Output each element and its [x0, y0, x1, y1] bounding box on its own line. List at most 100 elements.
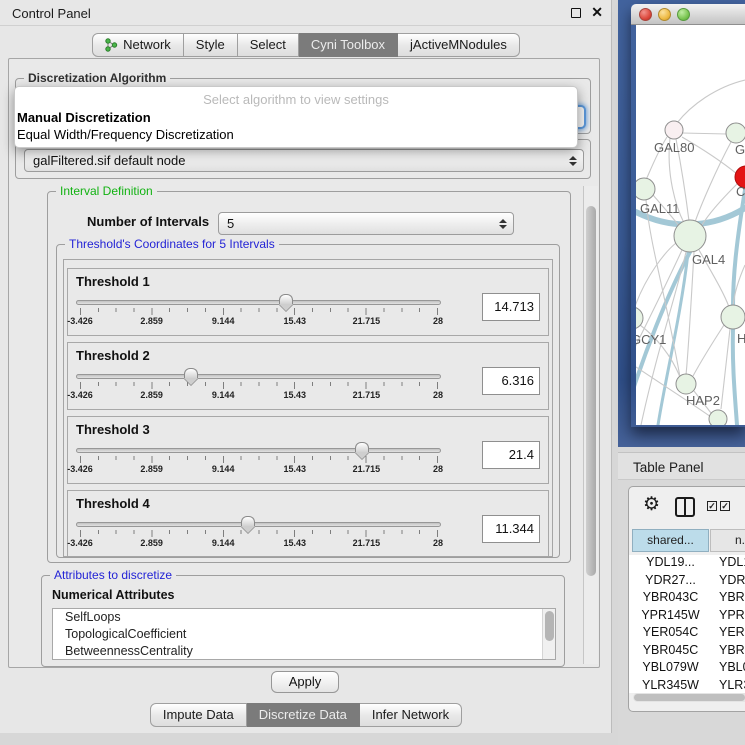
apply-button[interactable]: Apply	[271, 671, 339, 693]
tab-network[interactable]: Network	[92, 33, 184, 57]
slider-track[interactable]	[76, 522, 441, 527]
network-view-window[interactable]: GAL80 GA C GAL11 GAL4 GCY1 H HAP2	[631, 4, 745, 427]
columns-icon[interactable]	[675, 497, 695, 517]
node-label-hap2: HAP2	[686, 393, 720, 408]
attributes-list-scrollbar[interactable]	[542, 609, 555, 659]
threshold-4-slider[interactable]: -3.426 2.859 9.144 15.43 21.715 28	[76, 515, 441, 557]
network-canvas[interactable]: GAL80 GA C GAL11 GAL4 GCY1 H HAP2	[636, 25, 745, 425]
node-top-right[interactable]	[726, 123, 745, 143]
scrollbar-thumb[interactable]	[586, 206, 596, 576]
tab-style[interactable]: Style	[184, 33, 238, 57]
table-cell[interactable]: YBR0	[719, 643, 745, 657]
panel-vertical-scrollbar[interactable]	[583, 186, 598, 664]
table-cell[interactable]: YBR0	[719, 590, 745, 604]
node-gal4[interactable]	[674, 220, 706, 252]
tab-cyni-toolbox[interactable]: Cyni Toolbox	[299, 33, 398, 57]
table-cell[interactable]: YER0	[719, 625, 745, 639]
tab-impute-data[interactable]: Impute Data	[150, 703, 247, 727]
gear-icon[interactable]: ⚙	[643, 493, 660, 516]
table-row[interactable]: YBR043C YBR0	[629, 590, 745, 608]
tab-select[interactable]: Select	[238, 33, 299, 57]
slider-track[interactable]	[76, 374, 441, 379]
node-gal11[interactable]	[636, 178, 655, 200]
table-cell[interactable]: YPR145W	[632, 608, 709, 622]
list-item[interactable]: SelfLoops	[53, 609, 555, 626]
table-row[interactable]: YBL079W YBL0	[629, 660, 745, 678]
column-header-shared[interactable]: shared...	[632, 529, 709, 552]
algorithm-option-manual[interactable]: Manual Discretization	[16, 109, 157, 126]
table-cell[interactable]: YDR2	[719, 573, 745, 587]
table-cell[interactable]: YBR043C	[632, 590, 709, 604]
threshold-3-slider[interactable]: -3.426 2.859 9.144 15.43 21.715 28	[76, 441, 441, 483]
checkbox-icon[interactable]: ✓	[707, 501, 717, 511]
node-gcy1[interactable]	[636, 307, 643, 329]
cyni-toolbox-panel: Discretization Algorithm Select algorith…	[8, 58, 600, 668]
table-cell[interactable]: YBL079W	[632, 660, 709, 674]
control-panel-tab-bar: Network Style Select Cyni Toolbox jActiv…	[0, 33, 612, 57]
table-cell[interactable]: YLR3	[719, 678, 745, 692]
interval-definition-group-label: Interval Definition	[56, 184, 157, 198]
checkbox-icon[interactable]: ✓	[720, 501, 730, 511]
table-cell[interactable]: YDL1	[719, 555, 745, 569]
slider-major-ticks	[80, 530, 438, 537]
list-item[interactable]: BetweennessCentrality	[53, 643, 555, 660]
threshold-2-slider-thumb[interactable]	[184, 368, 198, 378]
node-bottom[interactable]	[709, 410, 727, 425]
threshold-4-slider-thumb[interactable]	[241, 516, 255, 526]
column-header-name[interactable]: n...	[710, 529, 745, 552]
threshold-4-value-field[interactable]: 11.344	[482, 515, 540, 543]
slider-scale-labels: -3.426 2.859 9.144 15.43 21.715 28	[80, 316, 438, 328]
table-row[interactable]: YBR045C YBR0	[629, 643, 745, 661]
list-item[interactable]: TopologicalCoefficient	[53, 626, 555, 643]
close-icon[interactable]: ✕	[591, 4, 603, 21]
close-traffic-light-icon[interactable]	[639, 8, 652, 21]
tab-discretize-data[interactable]: Discretize Data	[247, 703, 360, 727]
tab-infer-network[interactable]: Infer Network	[360, 703, 462, 727]
table-row[interactable]: YDR27... YDR2	[629, 573, 745, 591]
algorithm-option-equal-width[interactable]: Equal Width/Frequency Discretization	[16, 126, 240, 143]
threshold-3-value-field[interactable]: 21.4	[482, 441, 540, 469]
table-data-combobox[interactable]: galFiltered.sif default node	[24, 149, 584, 172]
network-node-labels: GAL80 GA C GAL11 GAL4 GCY1 H HAP2	[636, 140, 745, 408]
table-cell[interactable]: YDR27...	[632, 573, 709, 587]
float-window-icon[interactable]	[571, 8, 581, 18]
node-gal80[interactable]	[665, 121, 683, 139]
threshold-2-slider[interactable]: -3.426 2.859 9.144 15.43 21.715 28	[76, 367, 441, 409]
attributes-group: Attributes to discretize Numerical Attri…	[41, 575, 565, 667]
table-cell[interactable]: YPR1	[719, 608, 745, 622]
scrollbar-thumb[interactable]	[634, 694, 745, 701]
threshold-3-block: Threshold 3 -3.426 2.859 9.144 1	[67, 416, 549, 484]
node-hap2[interactable]	[676, 374, 696, 394]
threshold-1-slider[interactable]: -3.426 2.859 9.144 15.43 21.715 28	[76, 293, 441, 335]
table-cell[interactable]: YDL19...	[632, 555, 709, 569]
minimize-traffic-light-icon[interactable]	[658, 8, 671, 21]
thresholds-group: Threshold's Coordinates for 5 Intervals …	[56, 244, 560, 558]
table-cell[interactable]: YBL0	[719, 660, 745, 674]
slider-track[interactable]	[76, 300, 441, 305]
table-cell[interactable]: YBR045C	[632, 643, 709, 657]
number-of-intervals-combobox[interactable]: 5	[218, 212, 514, 235]
network-icon	[105, 38, 118, 52]
table-row[interactable]: YLR345W YLR3	[629, 678, 745, 694]
threshold-3-label: Threshold 3	[76, 422, 150, 437]
table-row[interactable]: YPR145W YPR1	[629, 608, 745, 626]
threshold-1-value-field[interactable]: 14.713	[482, 293, 540, 321]
zoom-traffic-light-icon[interactable]	[677, 8, 690, 21]
discretization-algorithm-group-label: Discretization Algorithm	[24, 71, 170, 85]
table-cell[interactable]: YLR345W	[632, 678, 709, 692]
table-row[interactable]: YDL19... YDL1	[629, 555, 745, 573]
threshold-3-slider-thumb[interactable]	[355, 442, 369, 452]
table-body: YDL19... YDL1 YDR27... YDR2 YBR043C YBR0 YPR14…	[629, 555, 745, 693]
node-h[interactable]	[721, 305, 745, 329]
threshold-1-slider-thumb[interactable]	[279, 294, 293, 304]
table-row[interactable]: YER054C YER0	[629, 625, 745, 643]
tab-jactivemnodules[interactable]: jActiveMNodules	[398, 33, 520, 57]
network-window-titlebar[interactable]	[631, 4, 745, 25]
slider-scale-labels: -3.426 2.859 9.144 15.43 21.715 28	[80, 464, 438, 476]
table-cell[interactable]: YER054C	[632, 625, 709, 639]
numerical-attributes-list[interactable]: SelfLoops TopologicalCoefficient Between…	[52, 608, 556, 660]
table-horizontal-scrollbar[interactable]	[633, 693, 745, 702]
table-panel-title: Table Panel	[633, 460, 704, 475]
threshold-2-value-field[interactable]: 6.316	[482, 367, 540, 395]
slider-track[interactable]	[76, 448, 441, 453]
